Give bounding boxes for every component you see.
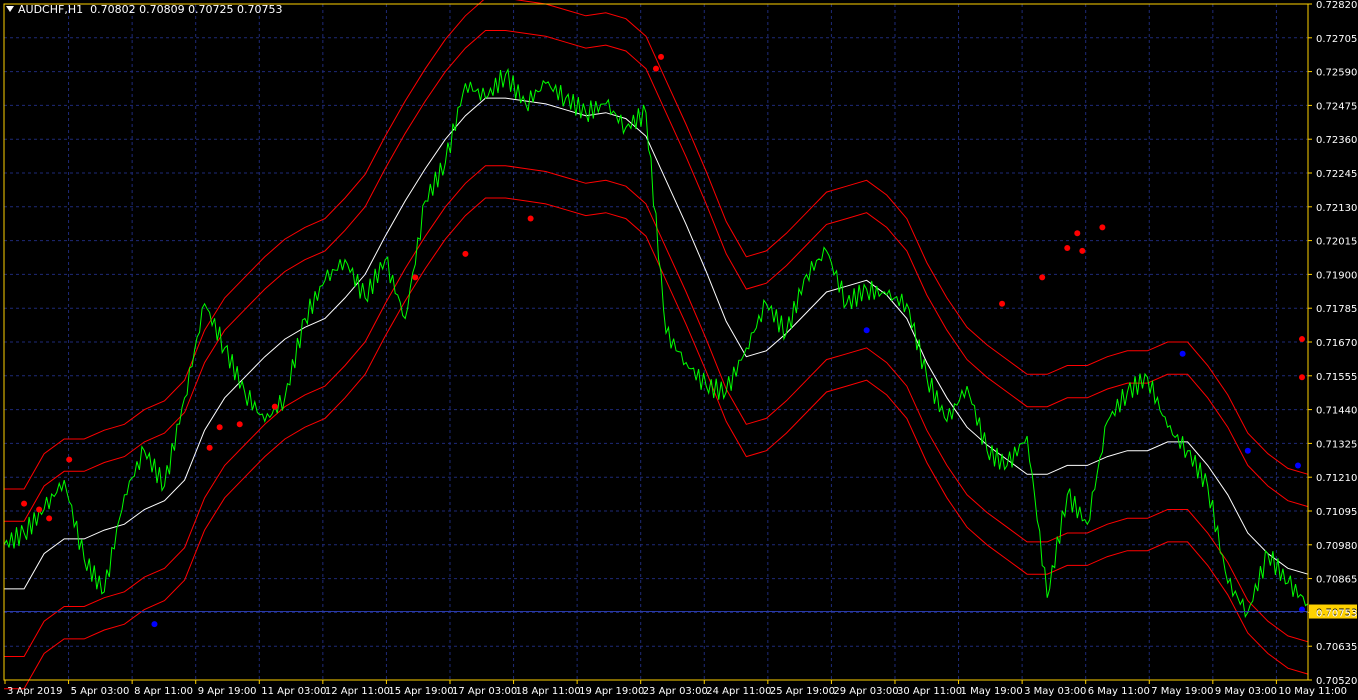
lower-signal-dot [1244,447,1251,454]
dropdown-triangle-icon[interactable] [6,6,14,12]
symbol-label: AUDCHF,H1 [18,3,84,16]
price-axis: 0.72820 0.72705 0.72590 0.72475 0.72360 0.722… [1308,0,1357,687]
upper-signal-dot [462,250,469,257]
upper-signal-dot [1099,224,1106,231]
y-tick-label: 0.71900 [1316,270,1357,281]
upper-signal-dot [1064,244,1071,251]
x-tick-label: 15 Apr 19:00 [388,686,453,697]
x-tick-label: 8 Apr 11:00 [134,686,193,697]
upper-signal-dot [653,65,659,72]
y-tick-label: 0.70865 [1316,575,1357,586]
y-tick-label: 0.71785 [1316,304,1357,315]
upper-signal-dot [1039,274,1046,281]
upper-signal-dot [206,444,213,451]
lower-signal-dot [1294,462,1301,469]
x-tick-label: 12 Apr 11:00 [325,686,390,697]
x-tick-label: 17 Apr 03:00 [452,686,517,697]
y-tick-label: 0.72475 [1316,101,1357,112]
upper-signal-dot [1074,230,1081,237]
upper-signal-dot [1299,336,1305,343]
x-tick-label: 3 Apr 2019 [7,686,62,697]
upper-signal-dot [236,421,243,428]
ohlc-values: 0.70802 0.70809 0.70725 0.70753 [90,3,283,16]
x-tick-label: 18 Apr 11:00 [516,686,581,697]
y-tick-label: 0.72705 [1316,34,1357,45]
x-tick-label: 29 Apr 03:00 [833,686,898,697]
y-tick-label: 0.71555 [1316,372,1357,383]
price-chart[interactable]: 0.70753 0.728200.727050.725900.724750.72… [0,0,1358,700]
upper-signal-dot [412,274,419,281]
upper-signal-dot [658,53,665,60]
y-tick-label: 0.70980 [1316,541,1357,552]
x-tick-label: 30 Apr 11:00 [897,686,962,697]
y-tick-label: 0.71670 [1316,338,1357,349]
y-tick-label: 0.72130 [1316,203,1357,214]
y-tick-label: 0.72015 [1316,237,1357,248]
x-tick-label: 19 Apr 19:00 [579,686,644,697]
x-tick-label: 23 Apr 03:00 [643,686,708,697]
y-tick-label: 0.71210 [1316,473,1357,484]
x-tick-label: 3 May 03:00 [1024,686,1086,697]
y-tick-label: 0.72820 [1316,0,1357,11]
upper-signal-dot [271,403,278,410]
upper-signal-dot [216,424,223,431]
lower-signal-dot [863,327,870,334]
y-tick-label: 0.71440 [1316,406,1357,417]
upper-signal-dot [1079,247,1086,254]
x-tick-label: 11 Apr 03:00 [261,686,326,697]
lower-signal-dot [151,621,158,628]
upper-signal-dot [36,506,43,513]
y-tick-label: 0.72360 [1316,135,1357,146]
x-tick-label: 6 May 11:00 [1088,686,1150,697]
y-tick-label: 0.70753 [1316,608,1357,619]
y-tick-label: 0.71325 [1316,439,1357,450]
upper-signal-dot [21,500,28,507]
y-tick-label: 0.71095 [1316,507,1357,518]
y-tick-label: 0.72590 [1316,68,1357,79]
x-tick-label: 1 May 19:00 [961,686,1023,697]
x-tick-label: 9 May 03:00 [1215,686,1277,697]
upper-signal-dot [46,515,53,522]
upper-signal-dot [527,215,534,222]
upper-signal-dot [999,300,1006,307]
x-tick-label: 9 Apr 19:00 [198,686,257,697]
y-tick-label: 0.70635 [1316,642,1357,653]
upper-signal-dot [1299,374,1305,381]
x-tick-label: 7 May 19:00 [1151,686,1213,697]
chart-header: AUDCHF,H1 0.70802 0.70809 0.70725 0.7075… [6,3,283,16]
lower-signal-dot [1179,350,1186,357]
y-tick-label: 0.72245 [1316,169,1357,180]
x-tick-label: 5 Apr 03:00 [71,686,130,697]
upper-signal-dot [66,456,73,463]
x-tick-label: 25 Apr 19:00 [770,686,835,697]
x-tick-label: 10 May 11:00 [1278,686,1347,697]
x-tick-label: 24 Apr 11:00 [706,686,771,697]
